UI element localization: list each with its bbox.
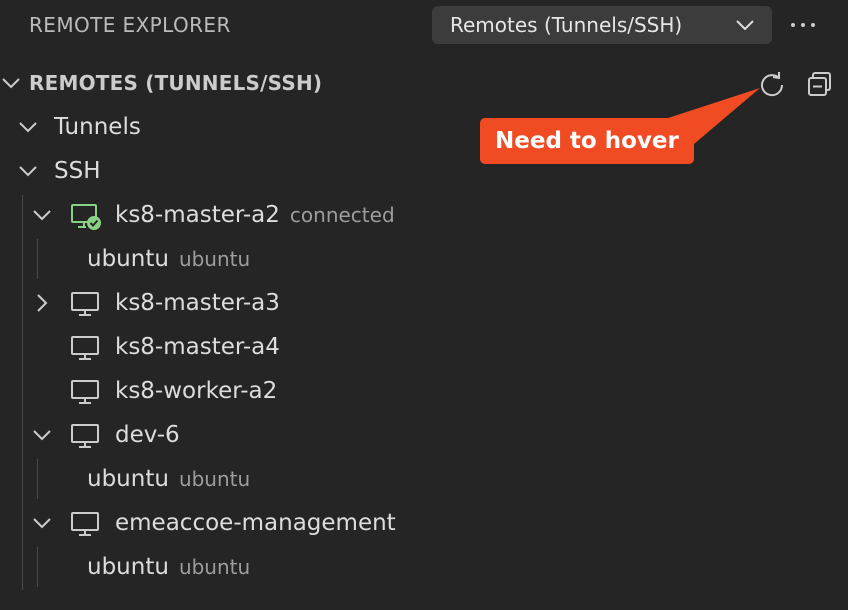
tree-item-host-ks8-master-a2[interactable]: ks8-master-a2 connected bbox=[0, 195, 848, 235]
chevron-down-icon bbox=[19, 122, 37, 133]
computer-icon bbox=[71, 424, 99, 448]
tree-item-user[interactable]: ubuntu ubuntu bbox=[0, 239, 848, 279]
host-name: emeaccoe-management bbox=[115, 510, 396, 536]
section-header-remotes[interactable]: REMOTES (TUNNELS/SSH) bbox=[0, 62, 848, 102]
remote-explorer-panel: REMOTE EXPLORER Remotes (Tunnels/SSH) RE… bbox=[0, 0, 848, 610]
callout-text: Need to hover bbox=[495, 128, 679, 154]
tree-item-host-ks8-master-a4[interactable]: ks8-master-a4 bbox=[0, 327, 848, 367]
chevron-right-icon bbox=[37, 294, 48, 312]
tree-item-label: SSH bbox=[54, 158, 101, 184]
user-label-group: ubuntu ubuntu bbox=[87, 465, 250, 493]
tree-item-user[interactable]: ubuntu ubuntu bbox=[0, 547, 848, 587]
tree-item-user[interactable]: ubuntu ubuntu bbox=[0, 459, 848, 499]
chevron-down-icon bbox=[33, 430, 51, 441]
panel-title: REMOTE EXPLORER bbox=[29, 13, 231, 37]
user-label-group: ubuntu ubuntu bbox=[87, 245, 250, 273]
chevron-down-icon bbox=[19, 166, 37, 177]
user-desc: ubuntu bbox=[178, 467, 251, 491]
collapse-all-icon[interactable] bbox=[804, 68, 836, 100]
user-name: ubuntu bbox=[87, 554, 169, 580]
host-name: ks8-master-a2 bbox=[115, 202, 280, 228]
panel-header: REMOTE EXPLORER Remotes (Tunnels/SSH) bbox=[0, 0, 848, 52]
tree-item-host-dev-6[interactable]: dev-6 bbox=[0, 415, 848, 455]
host-name: ks8-worker-a2 bbox=[115, 378, 278, 404]
user-desc: ubuntu bbox=[178, 247, 251, 271]
tree-item-host-emeaccoe-management[interactable]: emeaccoe-management bbox=[0, 503, 848, 543]
tree-item-label: Tunnels bbox=[54, 114, 141, 140]
user-name: ubuntu bbox=[87, 466, 169, 492]
computer-icon bbox=[71, 292, 99, 316]
refresh-icon[interactable] bbox=[756, 68, 788, 100]
dropdown-selected-value: Remotes (Tunnels/SSH) bbox=[450, 13, 683, 37]
computer-icon bbox=[71, 380, 99, 404]
tree-item-tunnels[interactable]: Tunnels bbox=[0, 107, 848, 147]
chevron-down-icon bbox=[736, 20, 754, 31]
user-desc: ubuntu bbox=[178, 555, 251, 579]
annotation-callout: Need to hover bbox=[480, 118, 694, 164]
host-name: ks8-master-a4 bbox=[115, 334, 280, 360]
user-name: ubuntu bbox=[87, 246, 169, 272]
ellipsis-icon[interactable] bbox=[786, 10, 820, 40]
chevron-down-icon bbox=[33, 210, 51, 221]
host-label-group: ks8-master-a2 connected bbox=[115, 201, 395, 229]
computer-icon bbox=[71, 336, 99, 360]
remotes-dropdown[interactable]: Remotes (Tunnels/SSH) bbox=[432, 6, 772, 44]
host-name: ks8-master-a3 bbox=[115, 290, 280, 316]
computer-icon bbox=[71, 512, 99, 536]
chevron-down-icon bbox=[2, 78, 20, 89]
connection-status: connected bbox=[289, 203, 395, 227]
chevron-down-icon bbox=[33, 518, 51, 529]
tree-item-host-ks8-worker-a2[interactable]: ks8-worker-a2 bbox=[0, 371, 848, 411]
tree-item-ssh[interactable]: SSH bbox=[0, 151, 848, 191]
host-name: dev-6 bbox=[115, 422, 180, 448]
tree-item-host-ks8-master-a3[interactable]: ks8-master-a3 bbox=[0, 283, 848, 323]
connected-computer-icon bbox=[71, 204, 101, 230]
section-title: REMOTES (TUNNELS/SSH) bbox=[29, 71, 323, 95]
user-label-group: ubuntu ubuntu bbox=[87, 553, 250, 581]
